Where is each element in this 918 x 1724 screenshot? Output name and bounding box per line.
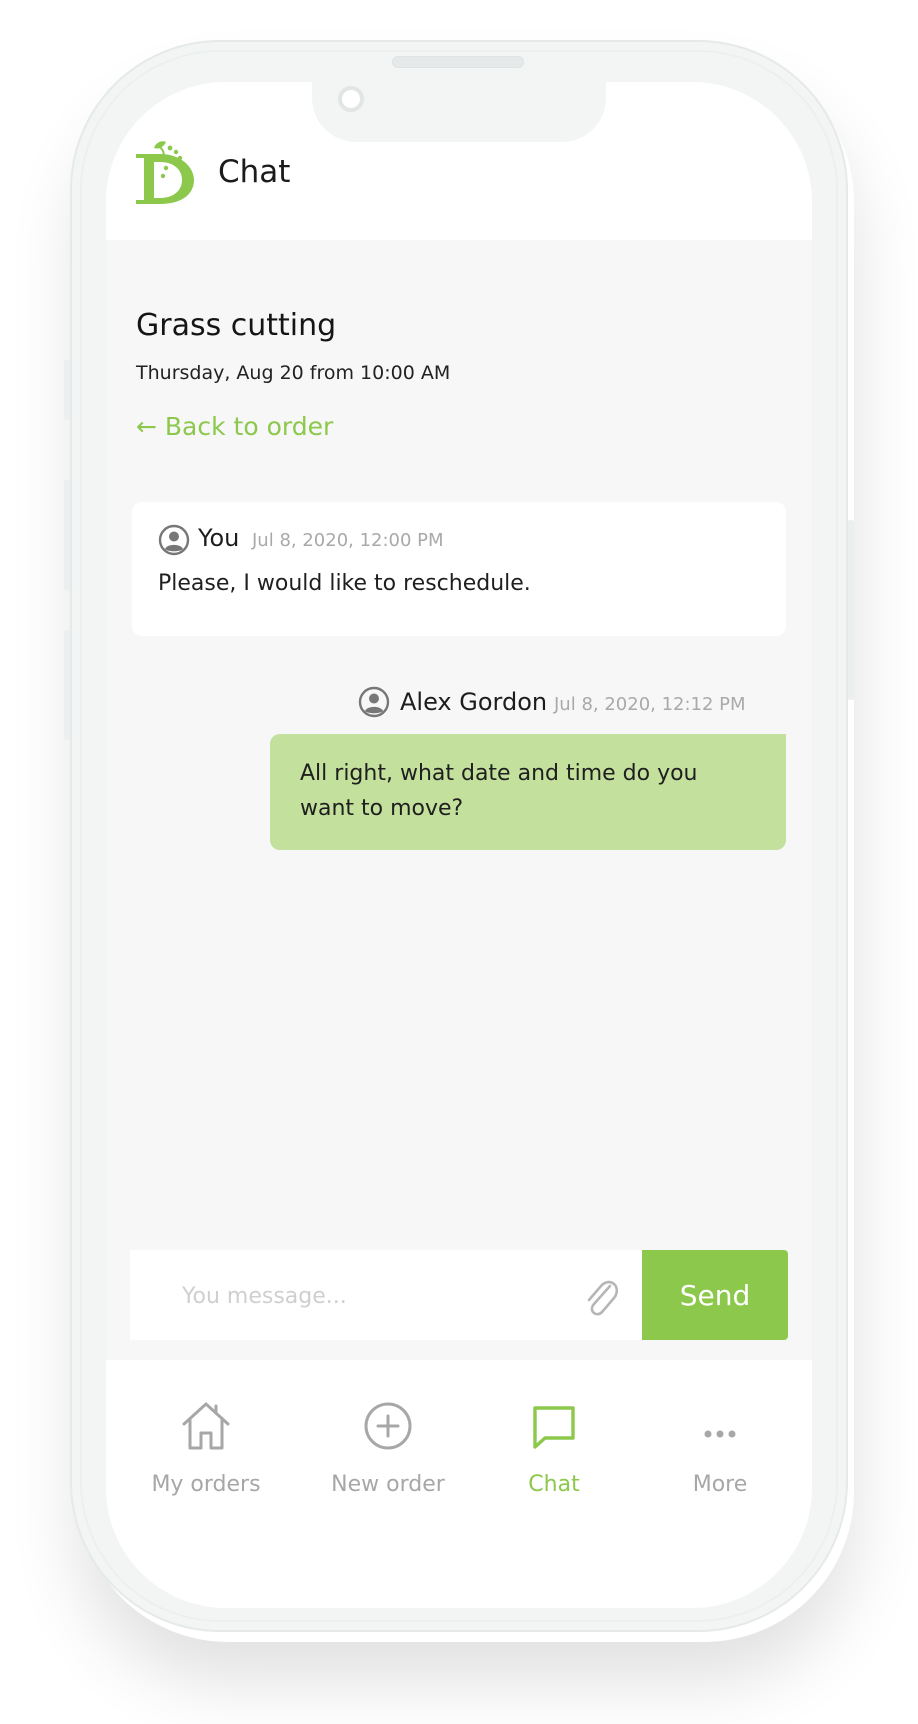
- message-text: Please, I would like to reschedule.: [158, 571, 531, 596]
- tab-label: More: [692, 1472, 748, 1497]
- tab-label: My orders: [151, 1472, 261, 1497]
- tab-chat[interactable]: Chat: [466, 1360, 642, 1510]
- message-composer: [130, 1250, 642, 1340]
- tab-more[interactable]: More: [632, 1360, 808, 1510]
- message-input[interactable]: [180, 1276, 564, 1316]
- more-dots-icon: [704, 1430, 736, 1438]
- message-time: Jul 8, 2020, 12:12 PM: [554, 694, 746, 715]
- user-avatar-icon: [158, 524, 190, 556]
- back-to-order-link[interactable]: ← Back to order: [136, 412, 333, 441]
- phone-screen: Chat Grass cutting Thursday, Aug 20 from…: [106, 82, 812, 1608]
- message-text: All right, what date and time do you wan…: [300, 761, 698, 821]
- message-time: Jul 8, 2020, 12:00 PM: [252, 530, 444, 551]
- side-button: [848, 520, 854, 700]
- side-button: [64, 360, 70, 420]
- tab-my-orders[interactable]: My orders: [118, 1360, 294, 1510]
- order-date: Thursday, Aug 20 from 10:00 AM: [136, 362, 451, 384]
- side-button: [64, 630, 70, 740]
- chat-bubble-icon: [533, 1406, 575, 1449]
- user-avatar-icon: [358, 686, 390, 718]
- tab-label: New order: [331, 1472, 445, 1497]
- header-title: Chat: [218, 154, 291, 190]
- message-card-incoming: You Jul 8, 2020, 12:00 PM Please, I woul…: [132, 502, 786, 636]
- message-sender: You: [198, 524, 240, 552]
- send-button[interactable]: Send: [642, 1250, 788, 1340]
- tab-new-order[interactable]: New order: [300, 1360, 476, 1510]
- order-title: Grass cutting: [136, 308, 337, 343]
- message-bubble-outgoing: All right, what date and time do you wan…: [270, 734, 786, 850]
- phone-speaker: [392, 56, 524, 68]
- plus-circle-icon: [364, 1402, 412, 1450]
- side-button: [64, 480, 70, 590]
- home-icon: [182, 1402, 230, 1450]
- message-sender: Alex Gordon: [400, 688, 548, 716]
- tab-label: Chat: [528, 1472, 580, 1497]
- app-logo-icon: [136, 141, 194, 204]
- bottom-tab-bar: My orders New order Chat More: [106, 1360, 812, 1608]
- front-camera-icon: [338, 86, 364, 112]
- paperclip-icon[interactable]: [580, 1274, 620, 1318]
